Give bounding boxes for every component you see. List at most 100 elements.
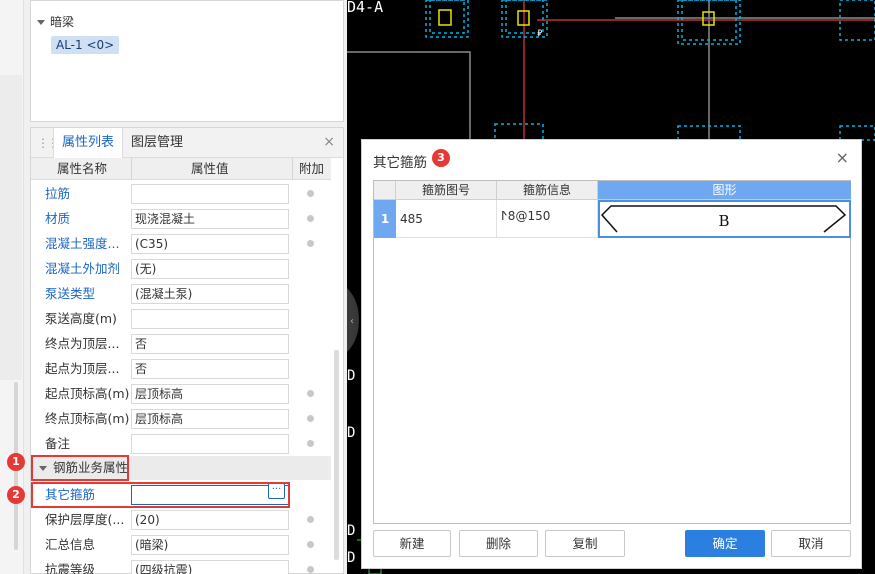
column-header-stirrup-info[interactable]: 箍筋信息 — [497, 181, 598, 200]
property-value-field[interactable]: (20) — [131, 510, 289, 530]
property-row: 汇总信息 (暗梁) — [31, 532, 331, 557]
dialog-title: 其它箍筋 — [373, 155, 427, 171]
shape-label: B — [718, 212, 729, 230]
property-row: 终点顶标高(m) 层顶标高 — [31, 406, 331, 431]
header-property-value: 属性值 — [191, 161, 229, 176]
cell-figure-no[interactable]: 485 — [396, 200, 497, 238]
property-name: 泵送高度(m) — [45, 311, 117, 326]
property-row: 抗震等级 (四级抗震) — [31, 557, 331, 574]
property-name: 拉筋 — [45, 186, 71, 201]
property-row: 拉筋 — [31, 181, 331, 206]
component-tree-panel: 暗梁 AL-1 <0> — [30, 0, 344, 122]
property-tabs: ⋮⋮ 属性列表 图层管理 × — [31, 128, 343, 158]
attach-checkbox[interactable] — [307, 440, 314, 447]
cad-column-outlines — [425, 0, 875, 141]
property-value-field[interactable]: (混凝土泵) — [131, 284, 289, 304]
ok-button[interactable]: 确定 — [685, 530, 765, 557]
property-row: 保护层厚度(... (20) — [31, 507, 331, 532]
tab-layer-management[interactable]: 图层管理 — [123, 128, 191, 158]
attach-checkbox[interactable] — [307, 566, 314, 573]
cell-shape[interactable]: B — [598, 200, 851, 238]
attach-checkbox[interactable] — [307, 516, 314, 523]
new-button[interactable]: 新建 — [373, 530, 451, 557]
other-stirrup-dialog: 其它箍筋 3 × 箍筋图号 箍筋信息 图形 1 485 ⵤ8@150 B 新建 … — [361, 139, 862, 569]
header-property-name: 属性名称 — [57, 161, 108, 176]
attach-checkbox[interactable] — [307, 541, 314, 548]
property-name: 起点为顶层... — [45, 361, 120, 376]
panel-close-icon[interactable]: × — [323, 134, 335, 150]
row-number[interactable]: 1 — [374, 200, 396, 238]
header-divider — [292, 158, 293, 180]
step-badge-1: 1 — [7, 453, 25, 471]
stirrup-table: 箍筋图号 箍筋信息 图形 1 485 ⵤ8@150 B — [373, 180, 851, 524]
property-value-field[interactable]: 层顶标高 — [131, 409, 289, 429]
cad-side-mark: D — [347, 550, 356, 566]
attach-checkbox[interactable] — [307, 215, 314, 222]
property-name: 汇总信息 — [45, 537, 96, 552]
property-name: 泵送类型 — [45, 286, 96, 301]
property-name: 终点顶标高(m) — [45, 411, 130, 426]
property-value-field[interactable]: 层顶标高 — [131, 384, 289, 404]
property-row: 泵送高度(m) — [31, 306, 331, 331]
cad-side-mark: D — [347, 368, 356, 384]
attach-checkbox[interactable] — [307, 415, 314, 422]
property-value-field[interactable]: 否 — [131, 359, 289, 379]
property-name: 材质 — [45, 211, 71, 226]
property-row: 混凝土外加剂 (无) — [31, 256, 331, 281]
property-row: 起点为顶层... 否 — [31, 356, 331, 381]
tree-group-label: 暗梁 — [50, 15, 75, 29]
property-row: 起点顶标高(m) 层顶标高 — [31, 381, 331, 406]
property-value-field[interactable] — [131, 434, 289, 454]
property-name: 起点顶标高(m) — [45, 386, 130, 401]
table-corner — [374, 181, 396, 200]
step-badge-2: 2 — [7, 486, 25, 504]
column-header-shape[interactable]: 图形 — [598, 181, 851, 200]
header-attach: 附加 — [299, 161, 325, 176]
stirrup-shape-icon: B — [600, 205, 847, 233]
highlight-group-box — [31, 455, 129, 481]
header-divider — [131, 158, 132, 180]
property-row: 终点为顶层... 否 — [31, 331, 331, 356]
column-header-figure-no[interactable]: 箍筋图号 — [396, 181, 497, 200]
attach-checkbox[interactable] — [307, 190, 314, 197]
attach-checkbox[interactable] — [307, 240, 314, 247]
cad-axis-label: D4-A — [347, 0, 384, 16]
property-value-field[interactable] — [131, 184, 289, 204]
property-value-field[interactable]: 现浇混凝土 — [131, 209, 289, 229]
property-value-field[interactable]: (四级抗震) — [131, 560, 289, 574]
property-name: 保护层厚度(... — [45, 512, 125, 527]
cell-stirrup-info[interactable]: ⵤ8@150 — [497, 200, 598, 238]
property-row: 备注 — [31, 431, 331, 456]
delete-button[interactable]: 删除 — [459, 530, 538, 557]
property-value-field[interactable]: 否 — [131, 334, 289, 354]
collapse-arrow-icon[interactable] — [37, 20, 45, 25]
cad-side-mark: D — [347, 523, 356, 539]
dialog-close-icon[interactable]: × — [836, 148, 849, 167]
property-name: 备注 — [45, 436, 71, 451]
copy-button[interactable]: 复制 — [545, 530, 625, 557]
property-value-field[interactable] — [131, 309, 289, 329]
highlight-other-stirrup-box — [31, 482, 290, 508]
property-scrollbar[interactable] — [334, 350, 339, 560]
chevron-left-icon[interactable]: ‹ — [350, 316, 354, 327]
attach-checkbox[interactable] — [307, 390, 314, 397]
property-name: 混凝土强度... — [45, 236, 120, 251]
property-value-field[interactable]: (暗梁) — [131, 535, 289, 555]
cad-side-mark: D — [347, 425, 356, 441]
left-strip-block — [0, 75, 22, 380]
step-badge-3: 3 — [432, 149, 450, 167]
property-name: 终点为顶层... — [45, 336, 120, 351]
property-row: 材质 现浇混凝土 — [31, 206, 331, 231]
cad-axis-lines — [347, 0, 875, 140]
property-value-field[interactable]: (无) — [131, 259, 289, 279]
cancel-button[interactable]: 取消 — [771, 530, 851, 557]
cad-small-mark: ₽ — [537, 29, 543, 39]
property-grid-header: 属性名称 属性值 附加 — [31, 158, 331, 180]
tab-property-list[interactable]: 属性列表 — [53, 128, 124, 158]
cad-red-lines — [523, 0, 875, 140]
tree-item-al-1[interactable]: AL-1 <0> — [51, 36, 120, 54]
property-row: 混凝土强度... (C35) — [31, 231, 331, 256]
property-name: 混凝土外加剂 — [45, 261, 121, 276]
tree-group-anliang[interactable]: 暗梁 — [37, 13, 74, 30]
property-value-field[interactable]: (C35) — [131, 234, 289, 254]
